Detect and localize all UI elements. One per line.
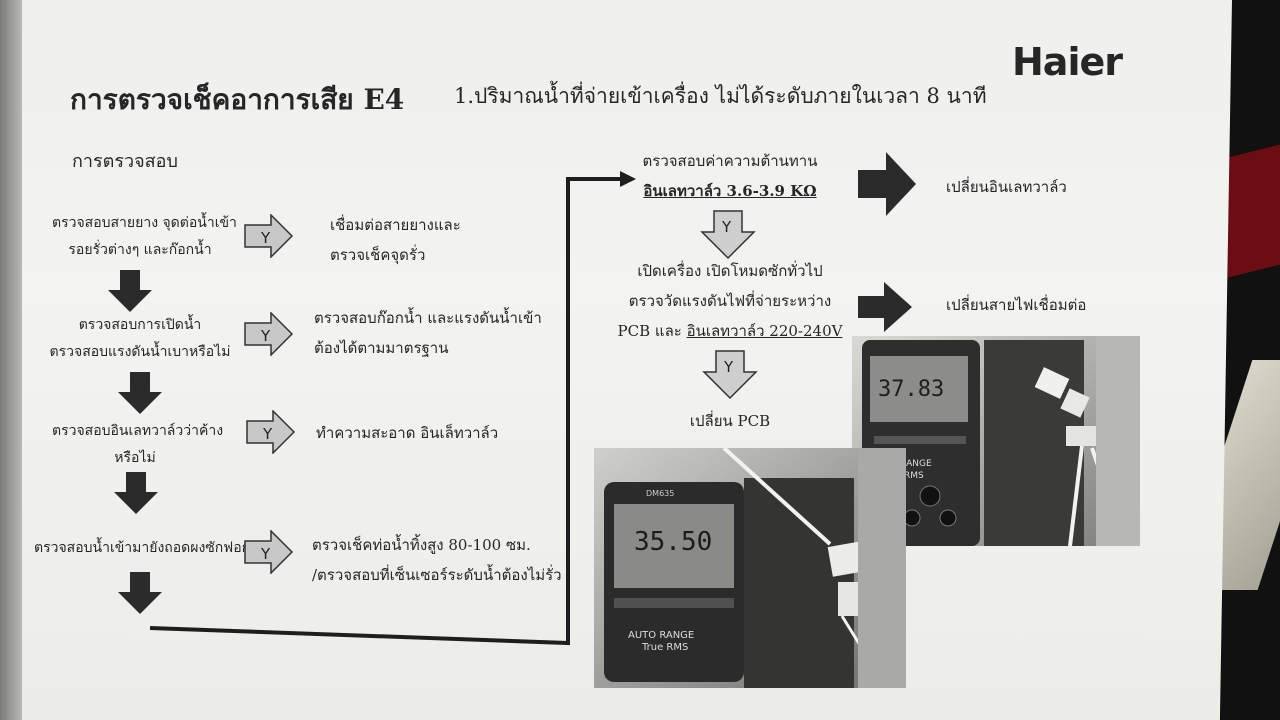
multimeter-photo-2: DM635 35.50 AUTO RANGE True RMS xyxy=(594,448,906,688)
result-arrow-icon xyxy=(858,152,916,216)
meter-display-2: 35.50 xyxy=(634,527,712,557)
meter-mode-2: True RMS xyxy=(641,642,688,653)
yes-label: Y xyxy=(721,218,732,236)
background-red-object xyxy=(1228,142,1280,278)
right-result-1: เปลี่ยนอินเลทวาล์ว xyxy=(946,178,1067,196)
right-check-1: ตรวจสอบค่าความต้านทาน อินเลทวาล์ว 3.6-3.… xyxy=(642,152,818,200)
right-final: เปลี่ยน PCB xyxy=(689,412,771,430)
yes-down-arrow-icon: Y xyxy=(702,350,758,400)
meter-model-2: DM635 xyxy=(646,489,674,498)
right-check-2: เปิดเครื่อง เปิดโหมดซักทั่วไป ตรวจวัดแรง… xyxy=(617,262,843,340)
down-arrow-icon xyxy=(108,270,152,312)
meter-display-1: 37.83 xyxy=(878,377,944,402)
background-left-edge xyxy=(0,0,22,720)
result-arrow-icon xyxy=(858,282,912,332)
right-result-2: เปลี่ยนสายไฟเชื่อมต่อ xyxy=(946,296,1087,314)
page-title: การตรวจเช็คอาการเสีย E4 xyxy=(70,83,405,116)
yes-label: Y xyxy=(723,358,734,376)
yes-down-arrow-icon: Y xyxy=(700,210,756,260)
meter-brand-2: AUTO RANGE xyxy=(628,630,694,641)
page-subtitle: 1.ปริมาณน้ำที่จ่ายเข้าเครื่อง ไม่ได้ระดั… xyxy=(454,84,987,108)
flow-connector-line xyxy=(149,171,636,646)
haier-logo: Haier xyxy=(1012,40,1123,84)
